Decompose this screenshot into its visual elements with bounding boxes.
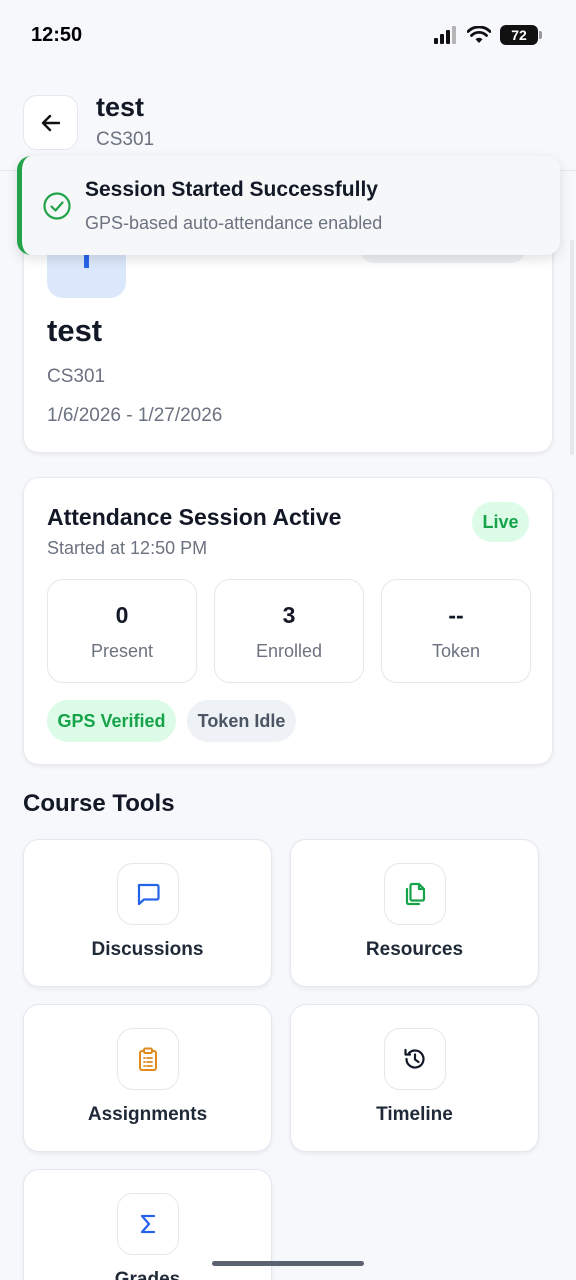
stat-value: 3 <box>282 602 296 628</box>
stat-token: -- Token <box>381 579 531 683</box>
stat-label: Token <box>431 641 481 661</box>
tool-timeline[interactable]: Timeline <box>290 1004 539 1152</box>
course-code: CS301 <box>47 366 106 387</box>
stat-value: -- <box>448 602 464 628</box>
toast-message: GPS-based auto-attendance enabled <box>85 213 383 233</box>
stat-label: Enrolled <box>255 641 323 661</box>
status-bar: 12:50 72 <box>0 0 576 72</box>
tool-label: Resources <box>365 939 464 960</box>
status-time: 12:50 <box>31 24 83 46</box>
scrollbar[interactable] <box>570 240 574 455</box>
tool-discussions[interactable]: Discussions <box>23 839 272 987</box>
tool-label: Discussions <box>91 939 204 960</box>
live-badge: Live <box>472 502 529 542</box>
clipboard-icon <box>139 1047 157 1071</box>
gps-verified-chip: GPS Verified <box>47 700 176 742</box>
tool-label: Timeline <box>376 1104 453 1125</box>
attendance-started: Started at 12:50 PM <box>47 538 208 558</box>
battery-icon: 72 <box>500 25 542 45</box>
tool-icon-box <box>117 1028 179 1090</box>
arrow-left-icon <box>41 114 60 131</box>
status-icons: 72 <box>434 25 542 45</box>
course-tools-heading: Course Tools <box>23 790 175 817</box>
back-button[interactable] <box>23 95 78 150</box>
tool-resources[interactable]: Resources <box>290 839 539 987</box>
files-icon <box>405 882 426 906</box>
sigma-icon <box>140 1214 156 1234</box>
tool-icon-box <box>117 1193 179 1255</box>
stat-label: Present <box>90 641 154 661</box>
tool-icon-box <box>117 863 179 925</box>
tool-assignments[interactable]: Assignments <box>23 1004 272 1152</box>
tool-icon-box <box>384 863 446 925</box>
course-dates: 1/6/2026 - 1/27/2026 <box>47 405 223 426</box>
wifi-icon <box>467 26 491 43</box>
stat-present: 0 Present <box>47 579 197 683</box>
attendance-title: Attendance Session Active <box>47 504 342 530</box>
check-circle-icon <box>43 192 71 220</box>
stat-enrolled: 3 Enrolled <box>214 579 364 683</box>
chat-icon <box>137 883 160 906</box>
tool-icon-box <box>384 1028 446 1090</box>
page-title: test <box>96 92 145 122</box>
attendance-card: Attendance Session Active Started at 12:… <box>23 477 553 765</box>
token-idle-chip: Token Idle <box>187 700 296 742</box>
tool-label: Grades <box>114 1269 181 1280</box>
stat-value: 0 <box>115 602 129 628</box>
battery-level: 72 <box>511 27 527 43</box>
history-icon <box>404 1048 425 1069</box>
signal-icon <box>434 26 456 44</box>
tool-label: Assignments <box>87 1104 208 1125</box>
course-title: test <box>47 313 103 348</box>
toast-title: Session Started Successfully <box>85 178 378 201</box>
success-toast[interactable]: Session Started Successfully GPS-based a… <box>17 156 560 255</box>
page-subtitle: CS301 <box>96 129 155 150</box>
home-indicator[interactable] <box>212 1261 364 1266</box>
